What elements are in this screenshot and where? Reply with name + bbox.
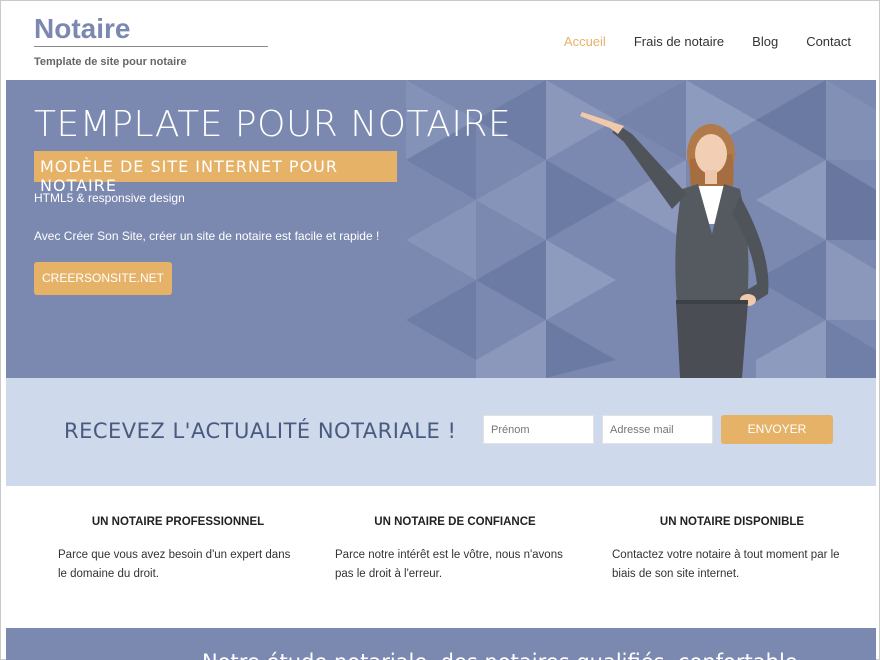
hero-feature-text: HTML5 & responsive design [34,191,185,205]
nav-link-contact[interactable]: Contact [806,34,851,49]
newsletter-section: RECEVEZ L'ACTUALITÉ NOTARIALE ! ENVOYER [6,378,876,486]
hero-woman-image [580,112,769,378]
site-header: Notaire Template de site pour notaire Ac… [1,1,879,79]
nav-link-frais-de-notaire[interactable]: Frais de notaire [634,34,724,49]
newsletter-title: RECEVEZ L'ACTUALITÉ NOTARIALE ! [64,419,457,443]
hero-description: Avec Créer Son Site, créer un site de no… [34,229,380,243]
feature-text: Contactez votre notaire à tout moment pa… [612,549,840,580]
logo-divider [34,46,268,47]
hero-banner: TEMPLATE POUR NOTAIRE MODÈLE DE SITE INT… [6,80,876,378]
nav-link-accueil[interactable]: Accueil [564,34,606,49]
feature-title: UN NOTAIRE DISPONIBLE [659,516,805,528]
feature-title: UN NOTAIRE PROFESSIONNEL [91,516,265,528]
site-tagline: Template de site pour notaire [34,56,187,68]
email-input[interactable] [602,415,713,444]
nav-link-blog[interactable]: Blog [752,34,778,49]
feature-text: Parce notre intérêt est le vôtre, nous n… [335,549,563,580]
hero-subtitle-badge: MODÈLE DE SITE INTERNET POUR NOTAIRE [34,151,397,195]
feature-trust: UN NOTAIRE DE CONFIANCE Parce notre inté… [335,516,575,584]
hero-title: TEMPLATE POUR NOTAIRE [34,104,512,145]
submit-button[interactable]: ENVOYER [721,415,833,444]
firstname-input[interactable] [483,415,594,444]
bottom-banner: Notre étude notariale, des notaires qual… [6,628,876,660]
main-nav: Accueil Frais de notaire Blog Contact [536,34,851,49]
site-logo-title[interactable]: Notaire [34,13,130,45]
feature-available: UN NOTAIRE DISPONIBLE Contactez votre no… [612,516,852,584]
bottom-banner-text: Notre étude notariale, des notaires qual… [202,650,798,660]
creersonsite-button[interactable]: CREERSONSITE.NET [34,262,172,295]
feature-professional: UN NOTAIRE PROFESSIONNEL Parce que vous … [58,516,298,584]
features-section: UN NOTAIRE PROFESSIONNEL Parce que vous … [6,486,876,628]
feature-text: Parce que vous avez besoin d'un expert d… [58,549,291,580]
feature-title: UN NOTAIRE DE CONFIANCE [374,516,536,528]
